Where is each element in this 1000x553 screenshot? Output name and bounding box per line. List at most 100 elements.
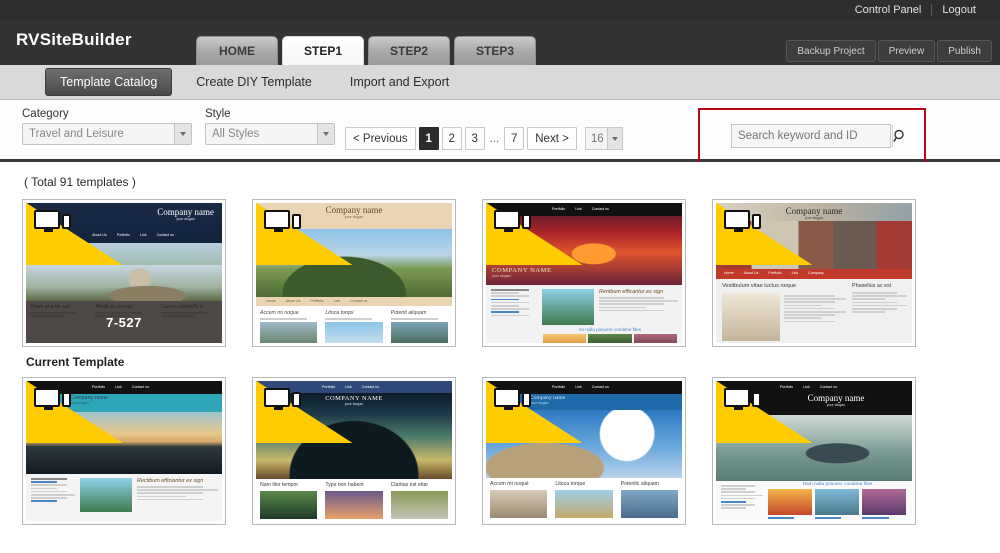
category-selected-value: Travel and Leisure (29, 128, 124, 140)
template-thumbnail[interactable]: Company name your slogan Home About Us P… (712, 199, 916, 347)
template-company-name: Company name (157, 207, 214, 217)
tab-home[interactable]: HOME (196, 36, 278, 65)
template-column-heading: Potentic aliquam (620, 481, 660, 487)
template-catalog-content: ( Total 91 templates ) Company name your… (0, 162, 1000, 533)
template-nav-item: Company (808, 271, 824, 275)
template-card[interactable]: Company name your slogan Home About Us P… (252, 199, 456, 369)
category-filter-group: Category Travel and Leisure (22, 108, 192, 145)
template-heading: Vestibulum vitae luctus neque (722, 283, 797, 289)
template-nav-item: Contact us (591, 207, 609, 211)
pagination-ellipsis: ... (489, 132, 500, 145)
template-slogan: your slogan (344, 402, 364, 406)
main-tabs: HOME STEP1 STEP2 STEP3 (196, 36, 536, 65)
header-actions: Backup Project Preview Publish (786, 40, 992, 62)
template-grid: Company name your slogan About Us Portfo… (22, 199, 1000, 533)
template-nav-item: Link (139, 233, 147, 237)
responsive-device-icon (34, 210, 71, 232)
template-company-name: COMPANY NAME (325, 395, 383, 402)
responsive-device-icon (494, 388, 531, 410)
template-thumbnail[interactable]: Portfolio Link Contact us Company name y… (482, 377, 686, 525)
current-template-id-overlay: 7-527 (26, 301, 222, 343)
search-input[interactable] (732, 130, 892, 142)
template-card[interactable]: Portfolio Link Contact us COMPANY NAME y… (482, 199, 686, 369)
tab-step3[interactable]: STEP3 (454, 36, 536, 65)
template-sidebar-heading: Phasellus ac est (852, 283, 892, 289)
template-card[interactable]: Portfolio Link Contact us COMPANY NAME y… (252, 377, 456, 525)
template-nav-item: Contact us (131, 385, 149, 389)
template-heading: Rentbum efficantur ex sign (599, 289, 664, 295)
template-thumbnail[interactable]: Company name your slogan About Us Portfo… (22, 199, 226, 347)
template-slogan: your slogan (804, 216, 824, 220)
style-select[interactable]: All Styles (205, 123, 335, 145)
template-card[interactable]: Company name your slogan About Us Portfo… (22, 199, 226, 369)
template-column-heading: Accem mi noque (260, 310, 299, 316)
template-nav-item: Contact us (591, 385, 609, 389)
chevron-down-icon[interactable] (317, 124, 334, 144)
template-thumbnail[interactable]: Portfolio Link Contact us Company name y… (712, 377, 916, 525)
app-header: RVSiteBuilder HOME STEP1 STEP2 STEP3 Bac… (0, 20, 1000, 65)
next-page-button[interactable]: Next > (527, 127, 577, 150)
responsive-device-icon (264, 210, 301, 232)
template-photo (542, 289, 594, 325)
chevron-down-icon[interactable] (606, 128, 622, 149)
template-heading: Rectibum efficiantur ex sign (137, 478, 204, 484)
chevron-down-icon[interactable] (174, 124, 191, 144)
template-photo (722, 293, 780, 341)
template-slogan: your slogan (176, 217, 195, 221)
responsive-device-icon (34, 388, 71, 410)
control-panel-link[interactable]: Control Panel (845, 4, 932, 17)
template-nav-item: About Us (285, 299, 301, 303)
template-sidebar (721, 485, 763, 511)
template-company-name: COMPANY NAME (492, 267, 552, 274)
tab-step1[interactable]: STEP1 (282, 36, 364, 65)
template-sidebar (491, 289, 537, 318)
template-card[interactable]: Portfolio Link Contact us Company name y… (712, 377, 916, 525)
subnav-create-diy-template[interactable]: Create DIY Template (182, 69, 326, 95)
per-page-select[interactable]: 16 (584, 127, 623, 150)
template-nav-item: Contact us (819, 385, 837, 389)
template-nav-item: Home (266, 299, 276, 303)
template-thumbnail[interactable]: Portfolio Link Contact us Company name y… (22, 377, 226, 525)
subnav-import-and-export[interactable]: Import and Export (336, 69, 463, 95)
app-logo: RVSiteBuilder (16, 30, 132, 49)
template-nav-item: Portfolio (310, 299, 324, 303)
logout-link[interactable]: Logout (932, 4, 986, 17)
template-column-heading: Accum mi noqué (490, 481, 529, 487)
template-card[interactable]: Company name your slogan Home About Us P… (712, 199, 916, 369)
backup-project-button[interactable]: Backup Project (786, 40, 876, 62)
category-select[interactable]: Travel and Leisure (22, 123, 192, 145)
total-templates-label: ( Total 91 templates ) (24, 175, 136, 189)
template-footer-link: mi nulla posuere condime fites (578, 327, 642, 332)
template-column-heading: Typs non habent (325, 482, 364, 488)
template-thumbnail[interactable]: Portfolio Link Contact us COMPANY NAME y… (252, 377, 456, 525)
page-button-last[interactable]: 7 (504, 127, 525, 150)
template-photo (80, 478, 132, 512)
filter-toolbar: Category Travel and Leisure Style All St… (0, 100, 1000, 165)
previous-page-button[interactable]: < Previous (345, 127, 416, 150)
publish-button[interactable]: Publish (937, 40, 992, 62)
page-button-3[interactable]: 3 (464, 127, 485, 150)
template-id: 7-527 (106, 314, 142, 330)
page-button-1[interactable]: 1 (418, 127, 439, 150)
page-button-2[interactable]: 2 (441, 127, 462, 150)
search-box[interactable] (731, 124, 904, 148)
style-filter-group: Style All Styles (205, 108, 335, 145)
template-card[interactable]: Portfolio Link Contact us Company name y… (22, 377, 226, 525)
preview-button[interactable]: Preview (877, 40, 936, 62)
template-thumbnail[interactable]: Portfolio Link Contact us COMPANY NAME y… (482, 199, 686, 347)
search-button[interactable] (892, 125, 907, 147)
template-nav-item: Link (333, 299, 341, 303)
template-nav-item: Contact us (361, 384, 379, 389)
template-nav-item: Contact us (350, 299, 368, 303)
template-column-heading: Claritas est etiar (390, 482, 429, 488)
template-nav-item: Home (724, 271, 734, 275)
magnifier-icon (893, 129, 904, 142)
template-nav-item: Link (791, 271, 799, 275)
template-card[interactable]: Portfolio Link Contact us Company name y… (482, 377, 686, 525)
tab-step2[interactable]: STEP2 (368, 36, 450, 65)
template-thumbnail[interactable]: Company name your slogan Home About Us P… (252, 199, 456, 347)
template-column-heading: Nam illor tempor (260, 482, 299, 488)
template-column-heading: Litoca torque (555, 481, 586, 487)
subnav-template-catalog[interactable]: Template Catalog (45, 68, 173, 96)
template-company-name: Company name (785, 206, 843, 216)
